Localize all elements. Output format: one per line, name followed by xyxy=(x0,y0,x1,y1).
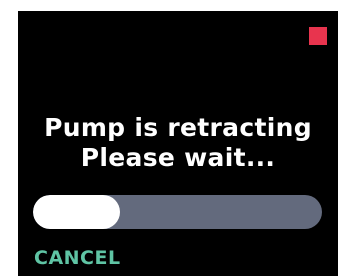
progress-fill xyxy=(33,195,120,229)
pump-screen: Pump is retracting Please wait... CANCEL xyxy=(18,11,338,276)
status-message: Pump is retracting Please wait... xyxy=(18,113,338,173)
progress-bar xyxy=(33,195,322,229)
cancel-button[interactable]: CANCEL xyxy=(34,246,121,270)
alert-square-icon xyxy=(309,27,327,45)
message-line-2: Please wait... xyxy=(80,143,276,172)
message-line-1: Pump is retracting xyxy=(44,113,312,142)
